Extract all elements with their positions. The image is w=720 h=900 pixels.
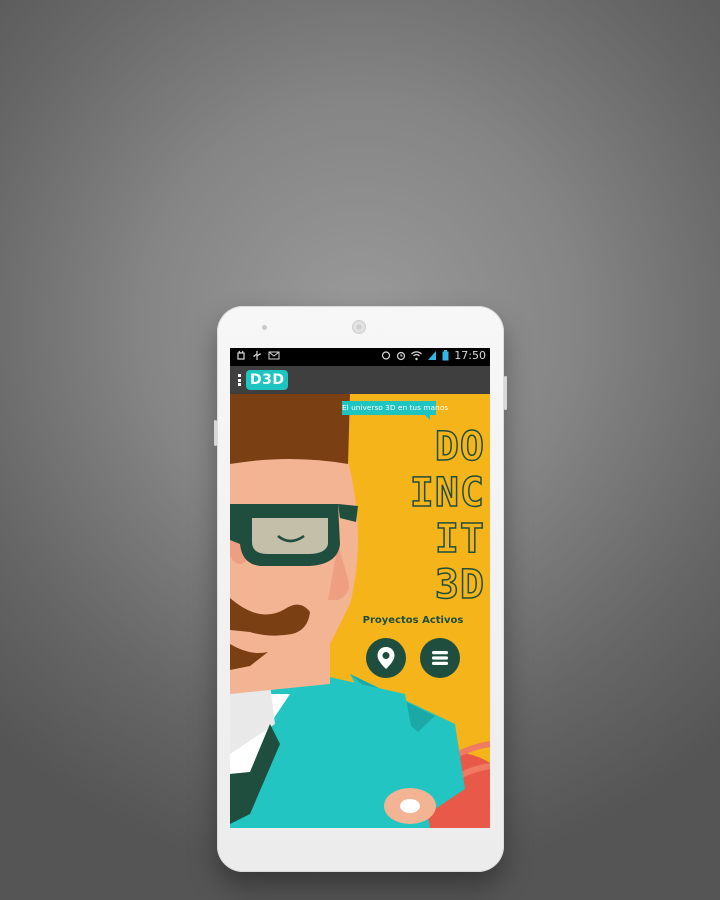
battery-charging-icon xyxy=(442,350,449,361)
hero-title-line: 3D xyxy=(434,561,485,609)
sync-icon xyxy=(382,351,391,360)
front-camera xyxy=(262,325,267,330)
phone-speaker xyxy=(352,320,366,334)
usb-icon xyxy=(253,351,261,360)
status-time: 17:50 xyxy=(454,349,486,362)
signal-icon xyxy=(428,351,437,360)
phone-screen: 17:50 D3D El universo 3D en tus manos DO… xyxy=(230,348,490,828)
projects-subtitle: Proyectos Activos xyxy=(362,615,464,626)
wifi-icon xyxy=(411,351,423,361)
android-debug-icon xyxy=(237,350,245,360)
alarm-icon xyxy=(397,351,406,361)
app-bar: D3D xyxy=(230,366,490,394)
overflow-menu-icon[interactable] xyxy=(238,374,241,386)
hero-title: DO INC IT 3D xyxy=(380,423,485,609)
hero-title-line: IT xyxy=(434,515,485,563)
phone-power-button xyxy=(504,376,507,410)
location-pin-icon xyxy=(377,647,395,669)
hero-title-line: INC xyxy=(409,469,485,517)
app-logo[interactable]: D3D xyxy=(246,370,289,390)
tagline-badge: El universo 3D en tus manos xyxy=(342,401,448,420)
phone-volume-button xyxy=(214,420,217,446)
list-menu-icon xyxy=(432,651,448,665)
location-button[interactable] xyxy=(366,638,406,678)
status-bar: 17:50 xyxy=(230,348,490,366)
hair-shape xyxy=(230,394,350,464)
list-button[interactable] xyxy=(420,638,460,678)
hero-title-line: DO xyxy=(434,423,485,471)
mail-icon xyxy=(268,351,280,360)
